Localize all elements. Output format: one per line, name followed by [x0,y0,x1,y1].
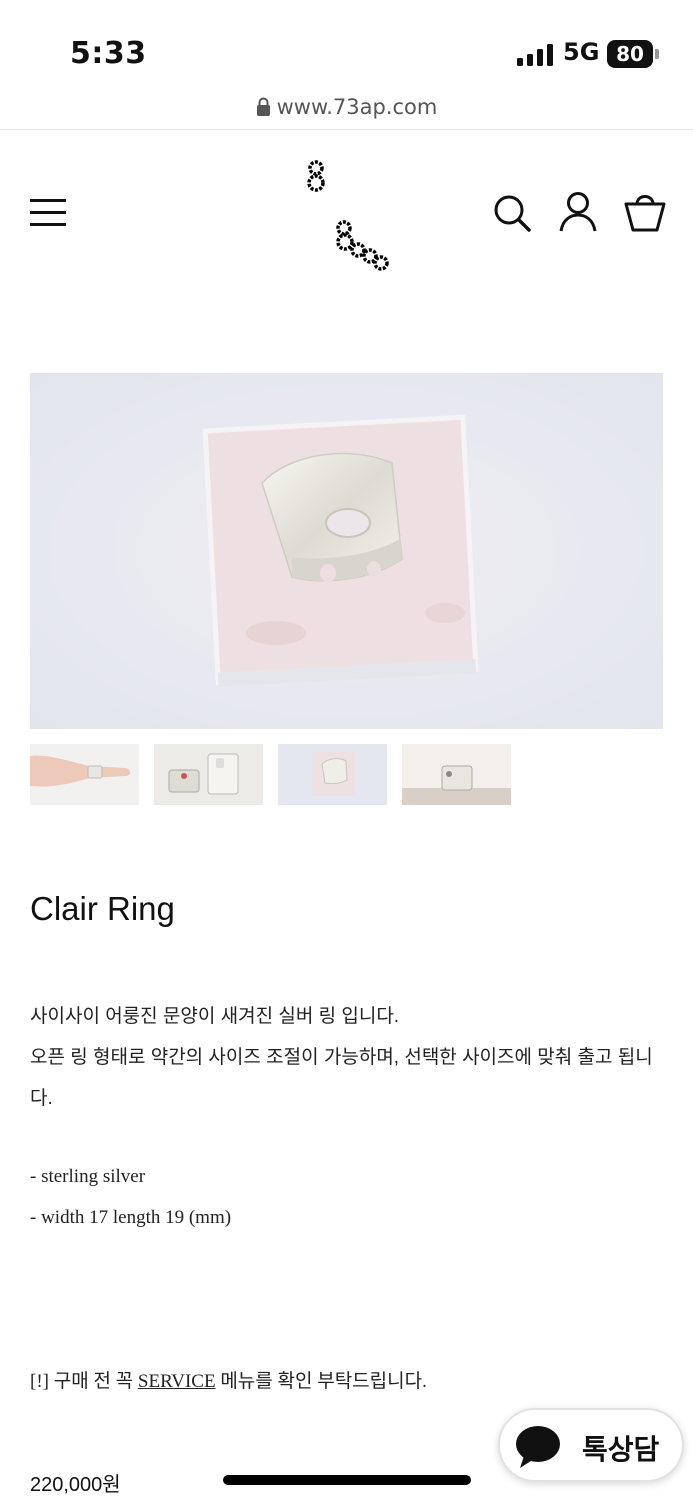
notice-suffix: 메뉴를 확인 부탁드립니다. [215,1371,427,1392]
site-header [0,131,693,291]
status-bar: 5:33 5G 80 [0,0,693,90]
spec-material: - sterling silver [30,1166,146,1187]
product-title: Clair Ring [30,890,175,927]
speech-bubble-icon [516,1426,560,1468]
thumbnail-2[interactable] [154,744,263,805]
account-icon[interactable] [559,191,597,233]
status-time: 5:33 [70,36,147,71]
notice-prefix: [!] 구매 전 꼭 [30,1371,138,1392]
service-link[interactable]: SERVICE [138,1371,216,1392]
url-bar[interactable]: www.73ap.com [0,90,693,130]
url-text: www.73ap.com [276,95,438,119]
network-type: 5G [563,38,600,66]
chat-label: 톡상담 [582,1433,660,1466]
thumbnail-4[interactable] [402,744,511,805]
battery-icon: 80 [607,40,653,68]
service-notice: [!] 구매 전 꼭 SERVICE 메뉴를 확인 부탁드립니다. [30,1366,427,1393]
thumbnail-strip [30,744,511,805]
product-description: 사이사이 어룽진 문양이 새겨진 실버 링 입니다. 오픈 링 형태로 약간의 … [30,996,670,1119]
shopping-bag-icon[interactable] [624,189,666,233]
description-line: 오픈 링 형태로 약간의 사이즈 조절이 가능하며, 선택한 사이즈에 맞춰 출… [30,1047,653,1068]
product-price: 220,000원 [30,1474,121,1496]
thumbnail-3[interactable] [278,744,387,805]
product-main-image[interactable] [30,373,663,729]
home-indicator [223,1475,471,1485]
kakao-chat-button[interactable]: 톡상담 [498,1408,684,1482]
signal-icon [517,44,555,66]
chain-logo-icon[interactable] [300,153,400,278]
search-icon[interactable] [492,193,532,233]
lock-icon [256,97,270,116]
description-line: 다. [30,1088,53,1109]
thumbnail-1[interactable] [30,744,139,805]
battery-cap [655,49,659,59]
description-line: 사이사이 어룽진 문양이 새겨진 실버 링 입니다. [30,1006,400,1027]
hamburger-menu-icon[interactable] [30,199,66,227]
spec-size: - width 17 length 19 (mm) [30,1207,232,1228]
